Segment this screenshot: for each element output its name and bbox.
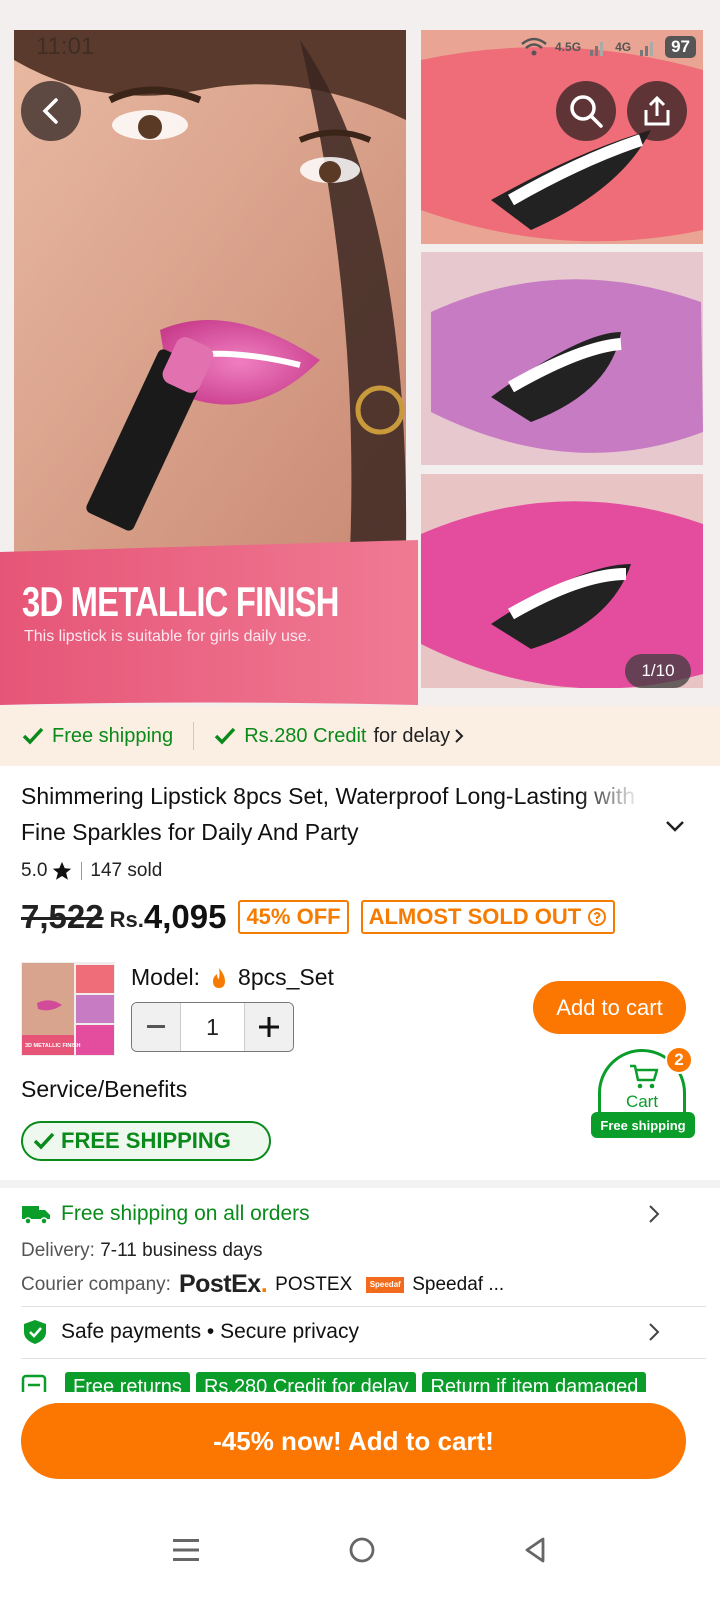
product-title[interactable]: Shimmering Lipstick 8pcs Set, Waterproof… — [21, 778, 641, 850]
shipping-strip[interactable]: Free shipping Rs.280 Credit for delay — [0, 706, 720, 766]
price-row: 7,522 Rs. 4,095 45% OFF ALMOST SOLD OUT — [21, 898, 616, 936]
delivery-label: Delivery: — [21, 1240, 95, 1261]
free-shipping-label: Free shipping — [52, 724, 174, 747]
divider — [21, 1306, 706, 1307]
menu-nav-icon[interactable] — [173, 1537, 201, 1563]
model-value: 8pcs_Set — [238, 964, 334, 990]
system-navigation-bar — [0, 1500, 720, 1600]
plus-icon — [259, 1017, 279, 1037]
discount-badge: 45% OFF — [238, 900, 349, 934]
credit-label: Rs.280 Credit — [244, 724, 367, 747]
postex-name: POSTEX — [275, 1273, 353, 1295]
speedaf-logo: Speedaf — [366, 1276, 405, 1293]
minus-icon — [147, 1025, 165, 1028]
free-shipping-all-label: Free shipping on all orders — [61, 1202, 310, 1225]
signal-icon — [590, 42, 604, 56]
product-image-gallery[interactable]: 3D METALLIC FINISH This lipstick is suit… — [0, 0, 720, 720]
delivery-info: Delivery: 7-11 business days — [21, 1240, 263, 1262]
search-button[interactable] — [556, 81, 616, 141]
star-icon — [53, 861, 72, 880]
decrease-quantity-button[interactable] — [132, 1003, 180, 1051]
chevron-right-icon — [649, 1205, 660, 1223]
chevron-right-icon — [649, 1323, 660, 1341]
return-icon — [21, 1374, 47, 1392]
check-icon — [33, 1132, 55, 1150]
model-selector[interactable]: Model: 8pcs_Set — [131, 964, 334, 991]
rating-row[interactable]: 5.0 147 sold — [21, 860, 162, 882]
credit-suffix: for delay — [373, 724, 451, 747]
divider — [21, 1358, 706, 1359]
safe-payments-label: Safe payments • Secure privacy — [61, 1320, 359, 1343]
sold-count: 147 sold — [90, 860, 163, 881]
add-to-cart-button[interactable]: Add to cart — [533, 981, 686, 1034]
return-chip: Return if item damaged — [422, 1372, 647, 1392]
model-thumbnail[interactable]: 3D METALLIC FINISH — [21, 962, 115, 1056]
quantity-stepper[interactable]: 1 — [131, 1002, 294, 1052]
network-label-1: 4.5G — [555, 40, 582, 54]
hero-headline: 3D METALLIC FINISH — [22, 578, 339, 625]
original-price: 7,522 — [21, 898, 104, 935]
stock-badge[interactable]: ALMOST SOLD OUT — [360, 900, 616, 934]
stock-badge-label: ALMOST SOLD OUT — [368, 904, 582, 929]
share-icon — [644, 95, 670, 126]
network-label-2: 4G — [615, 40, 632, 54]
cart-count-badge: 2 — [665, 1046, 693, 1074]
postex-logo: PostEx. — [178, 1270, 268, 1298]
free-shipping-pill: FREE SHIPPING — [21, 1121, 271, 1161]
delivery-value: 7-11 business days — [100, 1240, 263, 1261]
chevron-left-icon — [42, 98, 58, 124]
quantity-value[interactable]: 1 — [180, 1003, 245, 1051]
image-pager: 1/10 — [625, 654, 691, 688]
section-divider — [0, 1180, 720, 1188]
shield-check-icon — [24, 1320, 46, 1344]
courier-info: Courier company: PostEx. POSTEX Speedaf … — [21, 1270, 504, 1299]
speedaf-name: Speedaf ... — [412, 1273, 505, 1295]
hero-subline: This lipstick is suitable for girls dail… — [24, 628, 312, 645]
back-button[interactable] — [21, 81, 81, 141]
truck-icon — [22, 1206, 50, 1225]
share-button[interactable] — [627, 81, 687, 141]
divider — [193, 722, 195, 750]
lip-swatch-lilac-image — [421, 252, 703, 465]
courier-label: Courier company: — [21, 1273, 171, 1295]
increase-quantity-button[interactable] — [245, 1003, 293, 1051]
return-chip: Free returns — [65, 1372, 190, 1392]
divider — [81, 862, 83, 880]
model-thumbnail-caption: 3D METALLIC FINISH — [25, 1043, 81, 1049]
check-icon — [214, 727, 236, 745]
cart-icon — [630, 1064, 659, 1089]
cart-label: Cart — [625, 1092, 659, 1111]
rating-value: 5.0 — [21, 860, 48, 881]
model-label: Model: — [131, 964, 201, 990]
help-icon — [588, 908, 607, 926]
signal-icon-2 — [640, 42, 654, 56]
return-chip: Rs.280 Credit for delay — [195, 1372, 417, 1392]
currency-label: Rs. — [109, 907, 144, 932]
free-shipping-row[interactable]: Free shipping on all orders — [21, 1202, 690, 1226]
home-nav-icon[interactable] — [348, 1536, 376, 1564]
model-thumbnail-image: 3D METALLIC FINISH — [22, 963, 114, 1055]
fire-icon — [213, 967, 226, 988]
status-bar: 11:01 4.5G 4G 97 — [36, 32, 696, 62]
add-to-cart-cta-button[interactable]: -45% now! Add to cart! — [21, 1403, 686, 1479]
battery-indicator: 97 — [665, 36, 696, 58]
chevron-down-icon[interactable] — [664, 818, 686, 834]
safe-payments-row[interactable]: Safe payments • Secure privacy — [21, 1318, 690, 1346]
chevron-right-icon — [455, 729, 464, 743]
returns-row[interactable]: Free returns Rs.280 Credit for delay Ret… — [21, 1372, 701, 1392]
back-nav-icon[interactable] — [523, 1536, 547, 1564]
search-icon — [570, 95, 603, 128]
service-benefits-label: Service/Benefits — [21, 1076, 188, 1102]
wifi-icon — [521, 37, 547, 56]
current-price: 4,095 — [143, 898, 227, 935]
status-time: 11:01 — [36, 33, 95, 60]
check-icon — [22, 727, 44, 745]
cart-free-shipping-badge: Free shipping — [591, 1112, 695, 1138]
free-shipping-pill-label: FREE SHIPPING — [61, 1128, 231, 1153]
